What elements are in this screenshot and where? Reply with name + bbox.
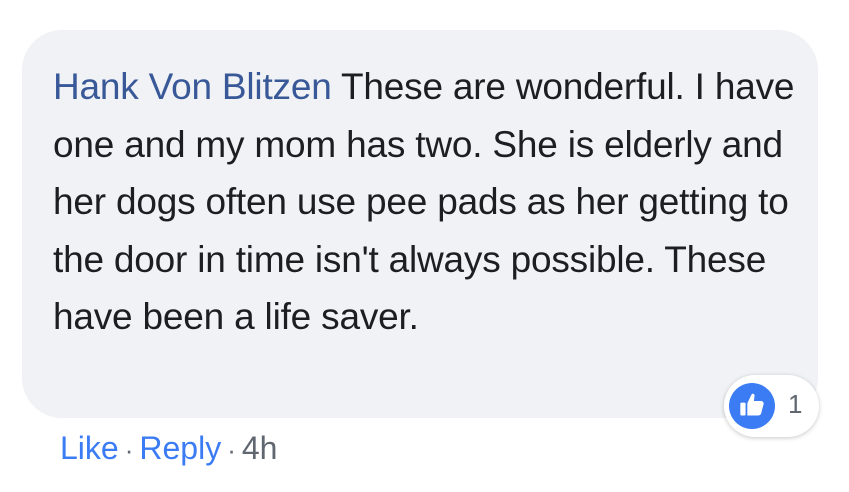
action-separator: · xyxy=(124,435,134,465)
like-reaction-icon xyxy=(729,383,775,429)
thumbs-up-icon xyxy=(740,393,764,416)
comment-actions: Like · Reply · 4h xyxy=(60,426,277,472)
reply-link[interactable]: Reply xyxy=(139,430,221,466)
reaction-summary-button[interactable]: 1 xyxy=(724,375,819,437)
comment-bubble: Hank Von Blitzen These are wonderful. I … xyxy=(22,30,818,418)
like-link[interactable]: Like xyxy=(60,430,119,466)
reaction-count: 1 xyxy=(788,389,803,419)
action-separator: · xyxy=(227,435,236,465)
comment-author-link[interactable]: Hank Von Blitzen xyxy=(53,66,332,107)
comment-body: Hank Von Blitzen These are wonderful. I … xyxy=(53,58,798,346)
comment-timestamp[interactable]: 4h xyxy=(242,430,278,466)
